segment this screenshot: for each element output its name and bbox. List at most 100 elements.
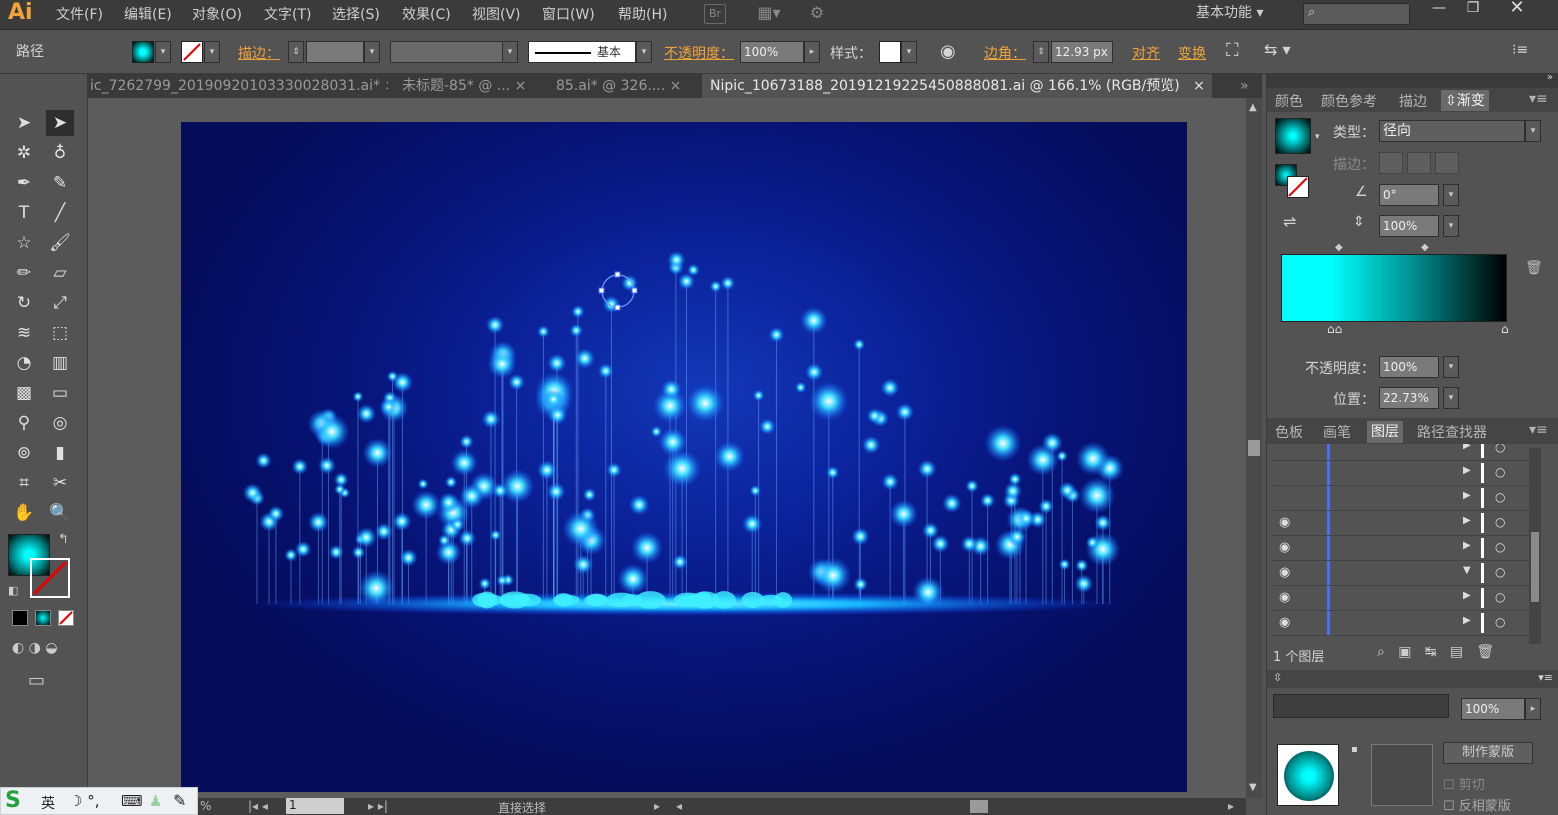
layers-scrollbar[interactable] (1529, 448, 1541, 644)
gradient-type-select[interactable]: 径向 (1379, 120, 1525, 142)
lasso-tool-icon[interactable]: ♁ (46, 140, 74, 166)
gradient-slider[interactable] (1281, 254, 1507, 322)
page-next-icon[interactable]: ▸ ▸| (368, 799, 388, 813)
perspective-grid-tool-icon[interactable]: ▥ (46, 350, 74, 376)
blend-mode-select[interactable] (1273, 694, 1449, 718)
artboard[interactable] (181, 122, 1187, 792)
gradient-preview[interactable] (1275, 118, 1311, 154)
zoom-tool-icon[interactable]: 🔍 (46, 500, 74, 526)
draw-mode-icons[interactable]: ◐ ◑ ◒ (12, 640, 58, 656)
aspect-ratio-dropdown[interactable]: ▾ (1443, 215, 1459, 237)
fill-swatch[interactable] (132, 41, 154, 63)
tab-doc-active[interactable]: Nipic_10673188_20191219225450888081.ai @… (702, 74, 1212, 98)
symbol-sprayer-tool-icon[interactable]: ⊚ (10, 440, 38, 466)
mesh-tool-icon[interactable]: ▩ (10, 380, 38, 406)
screen-mode-icon[interactable]: ▭ (28, 670, 45, 691)
clip-checkbox[interactable]: ☐ 剪切 (1443, 774, 1485, 793)
target-icon[interactable]: ○ (1495, 540, 1505, 554)
gradient-tool-icon[interactable]: ▭ (46, 380, 74, 406)
expand-triangle-icon[interactable]: ▶ (1463, 490, 1471, 501)
restore-button[interactable]: ❐ (1456, 0, 1490, 18)
visibility-eye-icon[interactable]: ◉ (1279, 565, 1290, 580)
fill-dropdown[interactable]: ▾ (155, 41, 171, 63)
menu-type[interactable]: 文字(T) (264, 4, 311, 24)
scale-tool-icon[interactable]: ⤢ (46, 290, 74, 316)
tab-layers[interactable]: 图层 (1367, 421, 1403, 443)
target-icon[interactable]: ○ (1495, 615, 1505, 629)
hand-tool-icon[interactable]: ✋ (10, 500, 38, 526)
layers-menu-icon[interactable]: ▾≡ (1529, 422, 1548, 438)
ime-lang-toggle[interactable]: 英 (41, 793, 55, 813)
style-dropdown[interactable]: ▾ (901, 41, 917, 63)
pencil-tool-icon[interactable]: ✏ (10, 260, 38, 286)
menu-help[interactable]: 帮助(H) (618, 4, 667, 24)
ime-settings-icon[interactable]: ✎ (173, 791, 186, 810)
default-colors-icon[interactable]: ◧ (8, 584, 18, 597)
mask-thumbnail[interactable] (1371, 744, 1433, 806)
stroke-along-button[interactable] (1407, 152, 1431, 174)
gradient-mode-button[interactable] (35, 610, 51, 626)
make-mask-button[interactable]: 制作蒙版 (1443, 742, 1533, 764)
expand-triangle-icon[interactable]: ▶ (1463, 590, 1471, 601)
layer-row[interactable]: ◉ ▶ ○ (1273, 511, 1529, 536)
opacity-field[interactable]: 100% (740, 41, 804, 63)
free-transform-tool-icon[interactable]: ⬚ (46, 320, 74, 346)
search-input[interactable]: ⌕ (1303, 3, 1410, 25)
transform-link[interactable]: 变换 (1178, 43, 1206, 63)
shape-builder-tool-icon[interactable]: ◔ (10, 350, 38, 376)
stroke-color-box[interactable] (30, 558, 70, 598)
stroke-weight-field[interactable] (306, 41, 364, 63)
expand-triangle-icon[interactable]: ▶ (1463, 444, 1471, 451)
transparency-opacity-dropdown[interactable]: ▸ (1525, 698, 1541, 720)
stroke-across-button[interactable] (1435, 152, 1459, 174)
star-tool-icon[interactable]: ☆ (10, 230, 38, 256)
gpu-performance-icon[interactable]: ⚙ (806, 4, 828, 24)
menu-view[interactable]: 视图(V) (472, 4, 521, 24)
ime-skin-icon[interactable]: ♟ (149, 792, 162, 810)
color-mode-button[interactable] (12, 610, 28, 626)
stroke-dropdown[interactable]: ▾ (204, 41, 220, 63)
sogou-logo[interactable]: S (5, 788, 21, 813)
artwork[interactable] (181, 122, 1187, 792)
menu-window[interactable]: 窗口(W) (542, 4, 595, 24)
target-icon[interactable]: ○ (1495, 565, 1505, 579)
menu-object[interactable]: 对象(O) (192, 4, 242, 24)
gradient-stroke-swatch[interactable] (1287, 176, 1309, 198)
mask-link-icon[interactable]: ▪ (1351, 744, 1358, 755)
reverse-gradient-icon[interactable]: ⇌ (1283, 212, 1296, 231)
close-button[interactable]: ✕ (1500, 0, 1534, 18)
hscroll-left-icon[interactable]: ◂ (676, 799, 682, 813)
variable-width-dropdown[interactable]: ▾ (502, 41, 518, 63)
angle-field[interactable]: 0° (1379, 184, 1439, 206)
menu-effect[interactable]: 效果(C) (402, 4, 451, 24)
scroll-up-icon[interactable]: ▲ (1249, 102, 1257, 113)
tab-brushes[interactable]: 画笔 (1323, 422, 1351, 442)
target-icon[interactable]: ○ (1495, 590, 1505, 604)
layer-footer-icons[interactable]: ⌕ ▣ ↹ ▤ 🗑 (1377, 644, 1494, 660)
recolor-icon[interactable]: ◉ (940, 41, 956, 62)
slice-tool-icon[interactable]: ✂ (46, 470, 74, 496)
dock-collapse-icon[interactable]: » (1547, 72, 1553, 83)
location-field[interactable]: 22.73% (1379, 387, 1439, 409)
stroke-weight-dropdown[interactable]: ▾ (364, 41, 380, 63)
minimize-button[interactable]: — (1422, 0, 1456, 18)
tab-stroke[interactable]: 描边 (1399, 91, 1427, 111)
object-thumbnail[interactable] (1277, 744, 1339, 806)
location-dropdown[interactable]: ▾ (1443, 387, 1459, 409)
warp-tool-icon[interactable]: ≋ (10, 320, 38, 346)
aspect-ratio-field[interactable]: 100% (1379, 215, 1439, 237)
brush-profile-field[interactable]: 基本 (528, 41, 636, 63)
visibility-eye-icon[interactable]: ◉ (1279, 615, 1290, 630)
stop-opacity-field[interactable]: 100% (1379, 356, 1439, 378)
layer-row[interactable]: ◉ ▶ ○ (1273, 611, 1529, 636)
brush-profile-dropdown[interactable]: ▾ (636, 41, 652, 63)
layer-row[interactable]: ◉ ▶ ○ (1273, 536, 1529, 561)
corner-label[interactable]: 边角： (984, 43, 1026, 63)
target-icon[interactable]: ○ (1495, 515, 1505, 529)
hscroll-thumb[interactable] (970, 800, 988, 813)
tab-swatches[interactable]: 色板 (1275, 422, 1303, 442)
tab-gradient[interactable]: ⇳渐变 (1441, 90, 1489, 111)
bridge-button[interactable]: Br (704, 4, 726, 24)
layer-row[interactable]: ▶ ○ (1273, 444, 1529, 461)
color-stop-right[interactable]: ⌂ (1501, 322, 1509, 336)
